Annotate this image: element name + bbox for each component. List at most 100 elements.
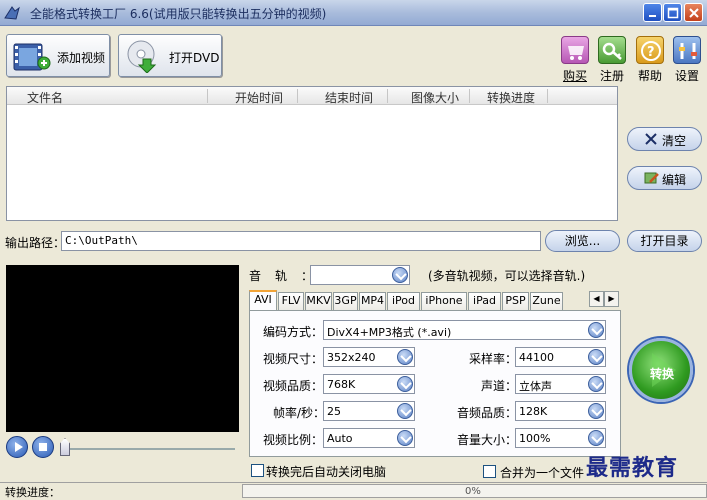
tab-3gp[interactable]: 3GP [333, 292, 358, 310]
window-title: 全能格式转换工厂 6.6(试用版只能转换出五分钟的视频) [30, 7, 327, 21]
volume-select[interactable]: 100% [515, 428, 606, 448]
file-list[interactable]: 文件名 开始时间 结束时间 图像大小 转换进度 [6, 86, 618, 221]
chevron-down-icon[interactable] [588, 403, 604, 419]
tab-ipad[interactable]: iPad [468, 292, 501, 310]
tab-psp[interactable]: PSP [502, 292, 529, 310]
tab-zune[interactable]: Zune [530, 292, 563, 310]
video-size-select[interactable]: 352x240 [323, 347, 415, 367]
column-end-time[interactable]: 结束时间 [325, 89, 373, 106]
maximize-button[interactable] [663, 3, 682, 22]
output-path-input[interactable]: C:\OutPath\ [61, 231, 541, 251]
play-icon [15, 442, 23, 452]
clear-label: 清空 [662, 134, 687, 148]
format-settings-panel: 编码方式： DivX4+MP3格式 (*.avi) 视频尺寸： 352x240 … [249, 310, 621, 457]
stop-button[interactable] [32, 436, 54, 458]
volume-label: 音量大小： [457, 433, 518, 447]
convert-label: 转换 [650, 367, 675, 381]
merge-files-checkbox[interactable] [483, 465, 496, 478]
stop-icon [39, 443, 47, 451]
sample-rate-label: 采样率： [469, 352, 518, 366]
aspect-ratio-select[interactable]: Auto [323, 428, 415, 448]
tab-scroll-left-icon[interactable]: ◀ [589, 291, 604, 307]
tab-mp4[interactable]: MP4 [359, 292, 386, 310]
play-button[interactable] [6, 436, 28, 458]
channel-select[interactable]: 立体声 [515, 374, 606, 394]
help-icon[interactable]: ? [636, 36, 664, 64]
video-preview [6, 265, 239, 432]
clear-button[interactable]: 清空 [627, 127, 702, 151]
svg-text:?: ? [647, 45, 655, 60]
aspect-ratio-label: 视频比例： [263, 433, 324, 447]
encoding-select[interactable]: DivX4+MP3格式 (*.avi) [323, 320, 606, 340]
file-list-header: 文件名 开始时间 结束时间 图像大小 转换进度 [7, 87, 617, 105]
audio-quality-select[interactable]: 128K [515, 401, 606, 421]
seek-track[interactable] [60, 448, 235, 450]
video-quality-value: 768K [327, 378, 356, 391]
register-label[interactable]: 注册 [595, 67, 629, 84]
chevron-down-icon[interactable] [588, 349, 604, 365]
register-key-icon[interactable] [598, 36, 626, 64]
open-directory-button[interactable]: 打开目录 [627, 230, 702, 252]
edit-label: 编辑 [662, 173, 687, 187]
frame-rate-value: 25 [327, 405, 341, 418]
sample-rate-value: 44100 [519, 351, 554, 364]
chevron-down-icon[interactable] [397, 349, 413, 365]
add-video-button[interactable]: 添加视频 [6, 34, 110, 77]
merge-files-label: 合并为一个文件 [500, 466, 585, 480]
channel-value: 立体声 [519, 380, 552, 393]
format-tabs: AVI FLV MKV 3GP MP4 iPod iPhone iPad PSP… [249, 290, 621, 311]
output-path-label: 输出路径： [5, 236, 66, 250]
progress-value: 0% [465, 486, 481, 497]
add-video-label: 添加视频 [57, 51, 106, 65]
column-progress[interactable]: 转换进度 [487, 89, 535, 106]
close-x-icon [645, 133, 657, 145]
auto-shutdown-label: 转换完后自动关闭电脑 [266, 465, 387, 479]
chevron-down-icon[interactable] [588, 376, 604, 392]
volume-value: 100% [519, 432, 551, 445]
chevron-down-icon[interactable] [397, 430, 413, 446]
settings-tools-icon[interactable] [673, 36, 701, 64]
tab-flv[interactable]: FLV [278, 292, 304, 310]
minimize-button[interactable] [643, 3, 662, 22]
audio-track-hint: (多音轨视频，可以选择音轨.) [428, 269, 586, 283]
frame-rate-label: 帧率/秒： [273, 406, 326, 420]
encoding-label: 编码方式： [263, 325, 324, 339]
encoding-value: DivX4+MP3格式 (*.avi) [327, 326, 452, 339]
video-size-label: 视频尺寸： [263, 352, 324, 366]
video-quality-label: 视频品质： [263, 379, 324, 393]
column-start-time[interactable]: 开始时间 [235, 89, 283, 106]
tab-ipod[interactable]: iPod [387, 292, 420, 310]
frame-rate-select[interactable]: 25 [323, 401, 415, 421]
video-quality-select[interactable]: 768K [323, 374, 415, 394]
open-dvd-button[interactable]: 打开DVD [118, 34, 222, 77]
cart-icon[interactable] [561, 36, 589, 64]
settings-label[interactable]: 设置 [670, 67, 704, 84]
audio-quality-value: 128K [519, 405, 548, 418]
column-filename[interactable]: 文件名 [27, 89, 63, 106]
sample-rate-select[interactable]: 44100 [515, 347, 606, 367]
edit-button[interactable]: 编辑 [627, 166, 702, 190]
audio-track-select[interactable] [310, 265, 410, 285]
chevron-down-icon[interactable] [397, 403, 413, 419]
aspect-ratio-value: Auto [327, 432, 353, 445]
help-label[interactable]: 帮助 [633, 67, 667, 84]
dvd-disc-icon [127, 40, 157, 73]
close-button[interactable] [684, 3, 703, 22]
buy-label[interactable]: 购买 [558, 67, 592, 84]
chevron-down-icon[interactable] [588, 430, 604, 446]
auto-shutdown-checkbox[interactable] [251, 464, 264, 477]
chevron-down-icon[interactable] [588, 322, 604, 338]
chevron-down-icon[interactable] [392, 267, 408, 283]
tab-iphone[interactable]: iPhone [421, 292, 467, 310]
convert-button[interactable]: 转换 [629, 338, 693, 402]
audio-quality-label: 音频品质： [457, 406, 518, 420]
seek-slider-thumb[interactable] [60, 438, 70, 456]
column-image-size[interactable]: 图像大小 [411, 89, 459, 106]
video-size-value: 352x240 [327, 351, 376, 364]
tab-scroll-right-icon[interactable]: ▶ [604, 291, 619, 307]
tab-avi[interactable]: AVI [249, 290, 277, 311]
browse-button[interactable]: 浏览... [545, 230, 620, 252]
chevron-down-icon[interactable] [397, 376, 413, 392]
tab-mkv[interactable]: MKV [305, 292, 332, 310]
channel-label: 声道： [481, 379, 518, 393]
